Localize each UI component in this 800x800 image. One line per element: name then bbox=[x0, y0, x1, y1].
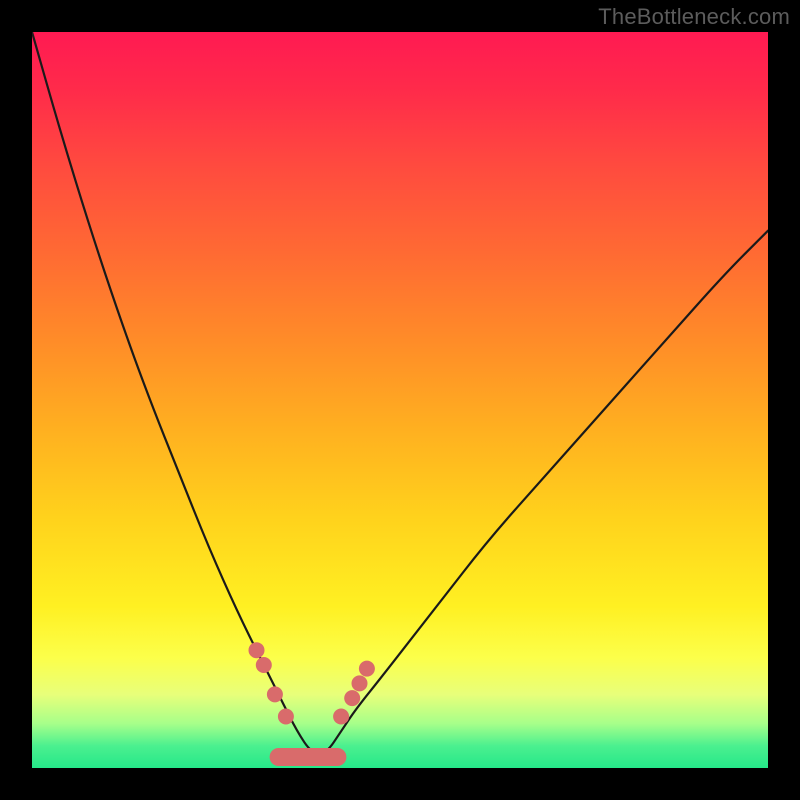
heat-gradient-background bbox=[32, 32, 768, 768]
chart-frame: TheBottleneck.com bbox=[0, 0, 800, 800]
plot-area bbox=[32, 32, 768, 768]
watermark-text: TheBottleneck.com bbox=[598, 4, 790, 30]
